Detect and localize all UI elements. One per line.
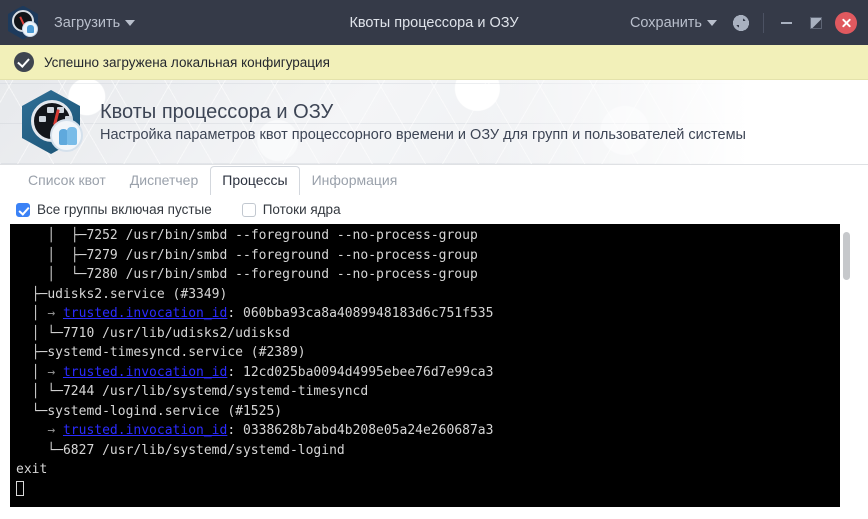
arrow-icon: → bbox=[47, 423, 63, 438]
tree-branch-glyph: ├─ bbox=[16, 345, 48, 360]
tree-branch-glyph: └─ bbox=[16, 442, 63, 458]
terminal-line-text: systemd-logind.service (#1525) bbox=[47, 403, 283, 419]
terminal-line: │ ├─7252 /usr/bin/smbd --foreground --no… bbox=[16, 226, 840, 246]
page-subtitle: Настройка параметров квот процессорного … bbox=[100, 127, 746, 143]
tree-branch-glyph: │ bbox=[16, 306, 48, 321]
load-dropdown-label: Загрузить bbox=[54, 14, 121, 31]
terminal-area: │ ├─7252 /usr/bin/smbd --foreground --no… bbox=[0, 224, 868, 519]
arrow-icon: → bbox=[47, 306, 63, 321]
tab-bar: Список квот Диспетчер Процессы Информаци… bbox=[0, 165, 868, 195]
terminal-cursor bbox=[16, 480, 24, 496]
terminal-line-text: : 0338628b7abd4b208e05a24e260687a3 bbox=[227, 423, 494, 438]
terminal-line-text: 7279 /usr/bin/smbd --foreground --no-pro… bbox=[86, 247, 478, 263]
toolbar-divider bbox=[763, 12, 764, 33]
terminal-line: │ → trusted.invocation_id: 060bba93ca8a4… bbox=[16, 304, 840, 324]
close-icon bbox=[835, 11, 857, 34]
tree-branch-glyph: │ └─ bbox=[16, 267, 87, 282]
terminal-line: │ └─7280 /usr/bin/smbd --foreground --no… bbox=[16, 265, 840, 285]
tab-information[interactable]: Информация bbox=[300, 166, 410, 195]
checkbox-kernel-threads-box[interactable] bbox=[241, 202, 256, 217]
tab-quota-list[interactable]: Список квот bbox=[16, 166, 118, 195]
checkbox-kernel-threads-label: Потоки ядра bbox=[262, 202, 341, 217]
terminal-line: → trusted.invocation_id: 0338628b7abd4b2… bbox=[16, 421, 840, 441]
tree-branch-glyph bbox=[16, 423, 47, 438]
terminal-cursor-line bbox=[16, 480, 840, 500]
load-dropdown-button[interactable]: Загрузить bbox=[46, 10, 143, 36]
tree-branch-glyph: │ bbox=[16, 364, 48, 380]
terminal-line-text: 7252 /usr/bin/smbd --foreground --no-pro… bbox=[86, 228, 478, 243]
tree-branch-glyph: │ ├─ bbox=[16, 228, 87, 243]
terminal-line: │ └─7710 /usr/lib/udisks2/udisksd bbox=[16, 324, 840, 344]
notification-bar: Успешно загружена локальная конфигурация bbox=[0, 45, 868, 80]
page-header-text: Квоты процессора и ОЗУ Настройка парамет… bbox=[100, 101, 746, 143]
terminal-line: │ → trusted.invocation_id: 12cd025ba0094… bbox=[16, 363, 840, 383]
maximize-restore-icon bbox=[810, 16, 822, 29]
chevron-down-icon bbox=[125, 19, 136, 26]
gauge-person-hexagon-icon bbox=[22, 88, 84, 156]
minimize-icon bbox=[780, 21, 792, 24]
terminal-output[interactable]: │ ├─7252 /usr/bin/smbd --foreground --no… bbox=[10, 224, 840, 507]
terminal-line-text: systemd-timesyncd.service (#2389) bbox=[47, 345, 306, 360]
application-window: Загрузить Квоты процессора и ОЗУ Сохрани… bbox=[0, 0, 868, 519]
tree-branch-glyph: │ └─ bbox=[16, 384, 63, 399]
invocation-id-key: trusted.invocation_id bbox=[62, 306, 228, 321]
tree-branch-glyph: └─ bbox=[16, 403, 48, 419]
app-gauge-person-icon bbox=[6, 4, 40, 42]
close-button[interactable] bbox=[832, 9, 860, 37]
scrollbar-thumb[interactable] bbox=[843, 232, 850, 280]
tree-branch-glyph: ├─ bbox=[16, 286, 48, 302]
tree-branch-glyph: │ ├─ bbox=[16, 247, 87, 263]
title-bar: Загрузить Квоты процессора и ОЗУ Сохрани… bbox=[0, 0, 868, 45]
arrow-icon: → bbox=[47, 364, 63, 380]
notification-text: Успешно загружена локальная конфигурация bbox=[44, 54, 330, 70]
checkbox-all-groups[interactable]: Все группы включая пустые bbox=[16, 202, 212, 217]
terminal-line-text: 7710 /usr/lib/udisks2/udisksd bbox=[62, 325, 290, 341]
terminal-line: exit bbox=[16, 460, 840, 480]
invocation-id-key: trusted.invocation_id bbox=[62, 364, 228, 380]
terminal-line: ├─udisks2.service (#3349) bbox=[16, 285, 840, 305]
invocation-id-key: trusted.invocation_id bbox=[62, 423, 228, 438]
checkbox-all-groups-box[interactable] bbox=[16, 202, 30, 217]
terminal-line-text: udisks2.service (#3349) bbox=[47, 286, 228, 302]
terminal-line: ├─systemd-timesyncd.service (#2389) bbox=[16, 343, 840, 363]
terminal-line-text: exit bbox=[16, 462, 48, 477]
window-bottom-edge bbox=[0, 509, 868, 519]
success-check-icon bbox=[14, 52, 34, 72]
tab-dispatcher[interactable]: Диспетчер bbox=[118, 166, 210, 195]
terminal-line: │ ├─7279 /usr/bin/smbd --foreground --no… bbox=[16, 246, 840, 266]
window-controls: Сохранить bbox=[622, 9, 860, 37]
tab-processes[interactable]: Процессы bbox=[210, 166, 300, 195]
gear-icon bbox=[733, 14, 749, 31]
terminal-scrollbar[interactable] bbox=[840, 224, 854, 507]
terminal-line: │ └─7244 /usr/lib/systemd/systemd-timesy… bbox=[16, 382, 840, 402]
checkbox-all-groups-label: Все группы включая пустые bbox=[37, 202, 212, 217]
terminal-line-text: : 12cd025ba0094d4995ebee76d7e99ca3 bbox=[227, 364, 494, 380]
terminal-line-text: 6827 /usr/lib/systemd/systemd-logind bbox=[62, 442, 345, 458]
settings-button[interactable] bbox=[727, 9, 755, 37]
minimize-button[interactable] bbox=[772, 9, 800, 37]
terminal-line-text: : 060bba93ca8a4089948183d6c751f535 bbox=[227, 306, 494, 321]
checkbox-kernel-threads[interactable]: Потоки ядра bbox=[241, 202, 341, 217]
chevron-down-icon bbox=[707, 19, 717, 26]
save-dropdown-button[interactable]: Сохранить bbox=[622, 10, 725, 36]
tree-branch-glyph: │ └─ bbox=[16, 325, 63, 341]
terminal-line: └─systemd-logind.service (#1525) bbox=[16, 402, 840, 422]
options-row: Все группы включая пустые Потоки ядра bbox=[0, 194, 868, 224]
page-title: Квоты процессора и ОЗУ bbox=[100, 101, 334, 123]
terminal-line: └─6827 /usr/lib/systemd/systemd-logind bbox=[16, 441, 840, 461]
terminal-line-text: 7244 /usr/lib/systemd/systemd-timesyncd bbox=[62, 384, 369, 399]
terminal-line-text: 7280 /usr/bin/smbd --foreground --no-pro… bbox=[86, 267, 478, 282]
maximize-button[interactable] bbox=[802, 9, 830, 37]
save-dropdown-label: Сохранить bbox=[629, 14, 702, 31]
page-header: Квоты процессора и ОЗУ Настройка парамет… bbox=[0, 80, 868, 165]
